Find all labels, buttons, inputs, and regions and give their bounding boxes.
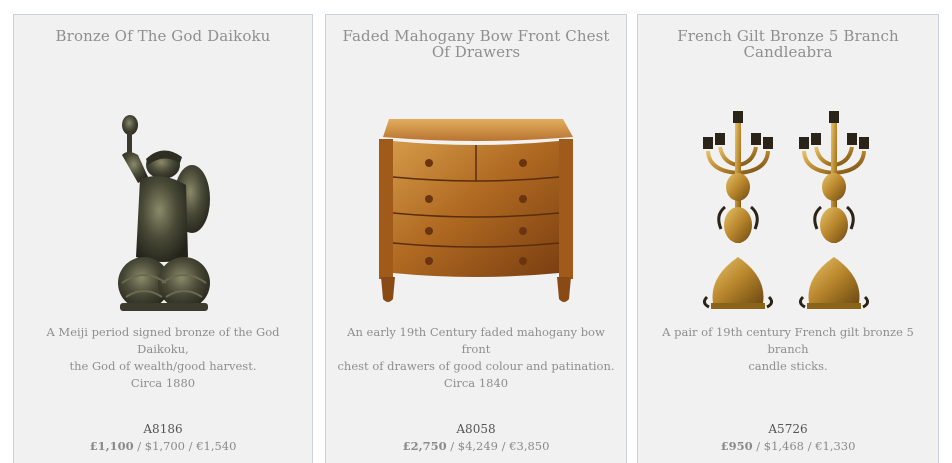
product-price: £950 / $1,468 / €1,330 [720, 439, 856, 453]
product-card[interactable]: Faded Mahogany Bow Front Chest Of Drawer… [325, 14, 627, 463]
product-price: £2,750 / $4,249 / €3,850 [402, 439, 550, 453]
product-reference: A8186 [143, 422, 183, 436]
product-description: An early 19th Century faded mahogany bow… [337, 325, 615, 390]
product-card[interactable]: French Gilt Bronze 5 Branch Candleabra A… [637, 14, 939, 463]
product-title[interactable]: Bronze Of The God Daikoku [22, 28, 304, 44]
product-description: A Meiji period signed bronze of the God … [46, 325, 280, 390]
product-image[interactable] [695, 107, 881, 313]
product-grid: Bronze Of The God Daikoku A Meiji period… [13, 14, 943, 463]
product-description: A pair of 19th century French gilt bronz… [662, 325, 914, 373]
product-image[interactable] [373, 113, 579, 305]
product-card[interactable]: Bronze Of The God Daikoku A Meiji period… [13, 14, 313, 463]
product-title[interactable]: French Gilt Bronze 5 Branch Candleabra [646, 28, 930, 60]
product-price: £1,100 / $1,700 / €1,540 [89, 439, 237, 453]
product-reference: A8058 [456, 422, 496, 436]
product-reference: A5726 [768, 422, 808, 436]
product-image[interactable] [108, 107, 218, 312]
product-title[interactable]: Faded Mahogany Bow Front Chest Of Drawer… [334, 28, 618, 60]
